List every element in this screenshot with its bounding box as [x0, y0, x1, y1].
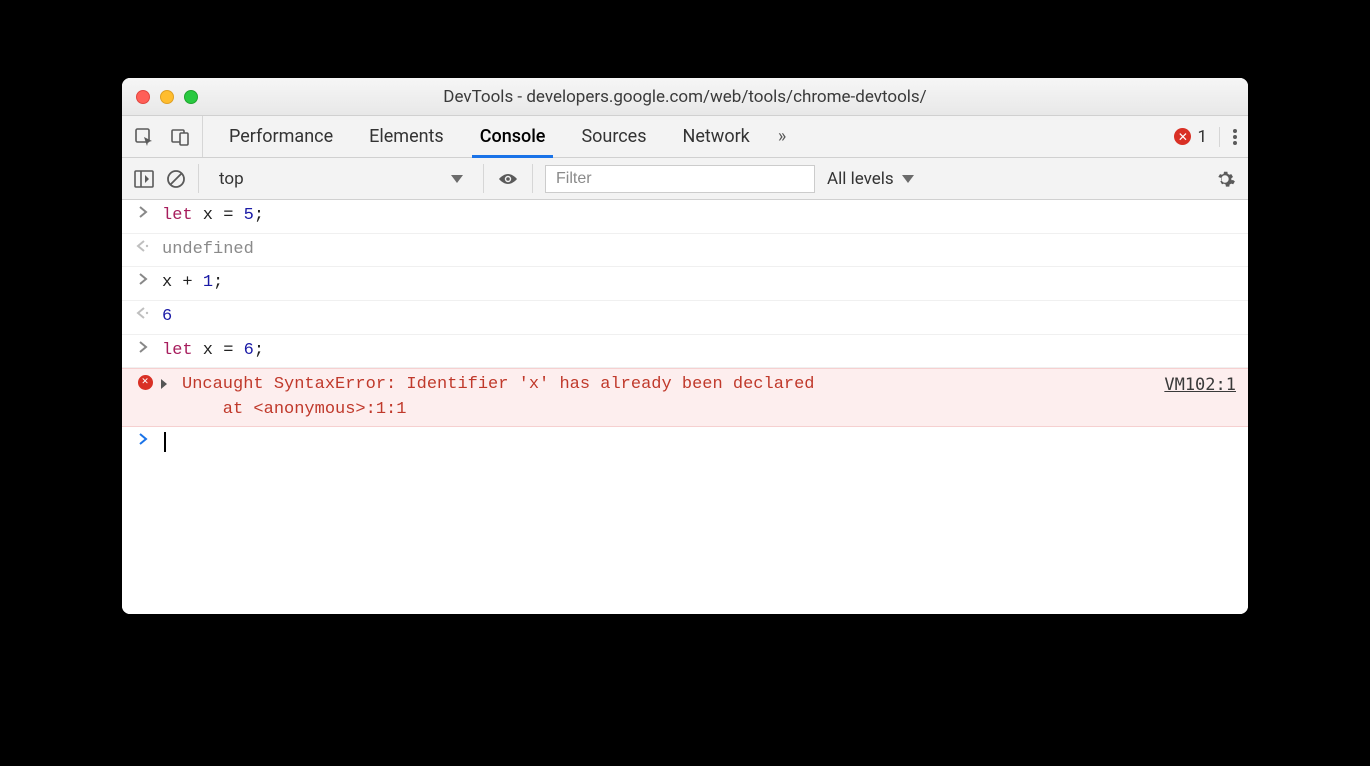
console-input-line: let x = 5;: [122, 200, 1248, 234]
console-settings-icon[interactable]: [1214, 168, 1236, 190]
console-input-line: let x = 6;: [122, 335, 1248, 369]
line-content: undefined: [162, 238, 1236, 263]
error-gutter: ✕: [134, 373, 172, 400]
live-expression-icon[interactable]: [496, 171, 520, 187]
tab-label: Elements: [369, 126, 444, 147]
input-icon: [134, 271, 152, 285]
error-source-link[interactable]: VM102:1: [1164, 373, 1236, 398]
tab-label: Console: [480, 126, 546, 147]
device-toolbar-icon[interactable]: [170, 127, 190, 147]
error-count-badge[interactable]: ✕ 1: [1174, 127, 1220, 147]
output-icon: [134, 305, 152, 319]
line-content: x + 1;: [162, 271, 1236, 296]
input-icon: [134, 339, 152, 353]
console-input-line: x + 1;: [122, 267, 1248, 301]
context-label: top: [219, 169, 244, 189]
toggle-sidebar-icon[interactable]: [134, 170, 154, 188]
overflow-label: »: [778, 126, 786, 147]
inspect-element-icon[interactable]: [134, 127, 154, 147]
tab-label: Network: [683, 126, 750, 147]
minimize-window-button[interactable]: [160, 90, 174, 104]
tab-label: Performance: [229, 126, 333, 147]
close-window-button[interactable]: [136, 90, 150, 104]
window-title: DevTools - developers.google.com/web/too…: [134, 78, 1236, 116]
chevron-down-icon: [902, 175, 914, 183]
line-content: 6: [162, 305, 1236, 330]
tabsrow-right: ✕ 1: [1164, 116, 1248, 157]
tabs-overflow-button[interactable]: »: [768, 116, 796, 157]
tabsrow-left: [122, 116, 203, 157]
console-input[interactable]: [162, 431, 1236, 456]
filter-input[interactable]: [545, 165, 815, 193]
expand-error-icon[interactable]: [159, 375, 169, 400]
error-icon: ✕: [138, 375, 153, 390]
output-icon: [134, 238, 152, 252]
zoom-window-button[interactable]: [184, 90, 198, 104]
console-output-line: 6: [122, 301, 1248, 335]
console-output-line: undefined: [122, 234, 1248, 268]
chevron-down-icon: [451, 175, 463, 183]
log-levels-selector[interactable]: All levels: [827, 169, 914, 189]
tab-label: Sources: [581, 126, 646, 147]
input-icon: [134, 204, 152, 218]
execution-context-selector[interactable]: top: [211, 167, 471, 191]
tab-console[interactable]: Console: [462, 116, 564, 157]
line-content: let x = 5;: [162, 204, 1236, 229]
tab-network[interactable]: Network: [665, 116, 768, 157]
separator: [198, 164, 199, 193]
error-icon: ✕: [1174, 128, 1191, 145]
error-count: 1: [1197, 127, 1207, 147]
tab-elements[interactable]: Elements: [351, 116, 462, 157]
titlebar: DevTools - developers.google.com/web/too…: [122, 78, 1248, 116]
tab-performance[interactable]: Performance: [211, 116, 351, 157]
line-content: let x = 6;: [162, 339, 1236, 364]
prompt-icon: [134, 431, 152, 445]
error-message: Uncaught SyntaxError: Identifier 'x' has…: [182, 373, 1152, 422]
clear-console-icon[interactable]: [166, 169, 186, 189]
tab-sources[interactable]: Sources: [563, 116, 664, 157]
separator: [483, 164, 484, 193]
console-error-line: ✕ Uncaught SyntaxError: Identifier 'x' ha…: [122, 368, 1248, 427]
console-toolbar: top All levels: [122, 158, 1248, 200]
console-prompt: [122, 427, 1248, 460]
devtools-tabs-row: Performance Elements Console Sources Net…: [122, 116, 1248, 158]
separator: [532, 164, 533, 193]
more-options-icon[interactable]: [1232, 127, 1238, 147]
traffic-lights: [136, 90, 198, 104]
tablist: Performance Elements Console Sources Net…: [203, 116, 1164, 157]
devtools-window: DevTools - developers.google.com/web/too…: [122, 78, 1248, 614]
console-output[interactable]: let x = 5; undefined x + 1; 6 let x = 6; ✕ Unc…: [122, 200, 1248, 614]
levels-label: All levels: [827, 169, 894, 189]
